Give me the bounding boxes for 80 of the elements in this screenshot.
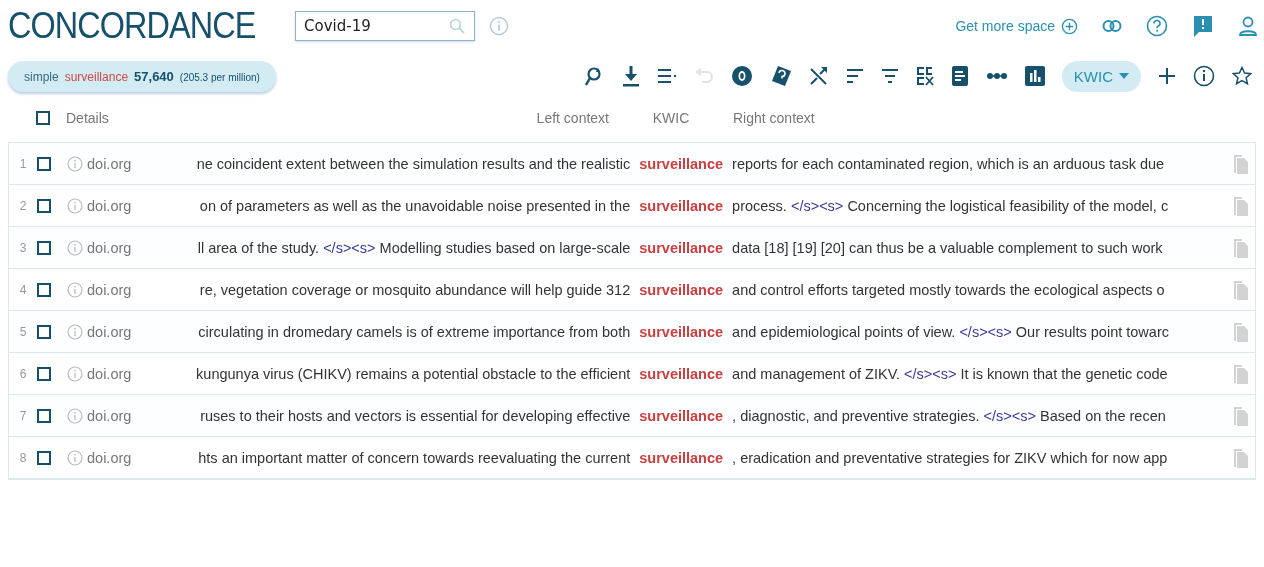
plus-circle-icon[interactable] bbox=[1061, 17, 1078, 35]
keyword[interactable]: surveillance bbox=[630, 407, 733, 424]
left-context[interactable]: ne coincident extent between the simulation results and the realistic bbox=[135, 155, 631, 172]
keyword[interactable]: surveillance bbox=[630, 365, 733, 382]
list-icon[interactable] bbox=[656, 68, 677, 84]
feedback-icon[interactable] bbox=[1192, 14, 1214, 38]
column-header[interactable]: Left context bbox=[536, 110, 609, 126]
right-context[interactable]: and epidemiological points of view. </s><s> Our results point towarc bbox=[732, 323, 1227, 340]
help-icon[interactable] bbox=[1146, 15, 1168, 37]
plus-icon[interactable] bbox=[1158, 67, 1176, 85]
row-checkbox[interactable] bbox=[37, 240, 51, 255]
left-context[interactable]: circulating in dromedary camels is of extreme importance from both bbox=[135, 323, 631, 340]
row-number: 7 bbox=[18, 408, 28, 423]
query-type: simple bbox=[24, 69, 59, 84]
row-checkbox[interactable] bbox=[37, 156, 51, 171]
row-checkbox[interactable] bbox=[37, 282, 51, 297]
row-number: 8 bbox=[18, 450, 28, 465]
row-number: 5 bbox=[18, 324, 28, 339]
row-checkbox[interactable] bbox=[37, 450, 51, 465]
star-icon[interactable] bbox=[1232, 66, 1252, 86]
question-tag-icon[interactable] bbox=[769, 65, 792, 87]
get-more-space-link[interactable]: Get more space bbox=[955, 18, 1055, 34]
sort-left-icon[interactable] bbox=[845, 68, 864, 84]
row-number: 4 bbox=[18, 282, 28, 297]
download-icon[interactable] bbox=[621, 65, 640, 87]
right-context[interactable]: reports for each contaminated region, which is an arduous task due bbox=[732, 155, 1227, 172]
source-link[interactable]: doi.org bbox=[87, 197, 132, 214]
source-link[interactable]: doi.org bbox=[87, 365, 132, 382]
search-field[interactable]: Covid-19 bbox=[295, 11, 475, 41]
left-context[interactable]: ll area of the study. </s><s> Modelling studies based on large-scale bbox=[135, 239, 631, 256]
filter-icon[interactable] bbox=[880, 68, 899, 84]
source-link[interactable]: doi.org bbox=[87, 407, 132, 424]
column-header[interactable]: KWIC bbox=[609, 110, 733, 126]
right-context[interactable]: , eradication and preventative strategies for ZIKV which for now app bbox=[732, 449, 1227, 466]
keyword[interactable]: surveillance bbox=[630, 197, 733, 214]
row-checkbox[interactable] bbox=[37, 324, 51, 339]
keyword[interactable]: surveillance bbox=[630, 281, 733, 298]
bar-chart-icon[interactable] bbox=[1024, 66, 1045, 86]
keyword[interactable]: surveillance bbox=[630, 239, 733, 256]
source-link[interactable]: doi.org bbox=[87, 155, 132, 172]
right-context[interactable]: data [18] [19] [20] can thus be a valuable complement to such work bbox=[732, 239, 1227, 256]
right-context[interactable]: process. </s><s> Concerning the logistical feasibility of the model, c bbox=[732, 197, 1227, 214]
column-header[interactable]: Right context bbox=[733, 110, 815, 126]
shuffle-icon[interactable] bbox=[808, 66, 829, 86]
link-icon[interactable] bbox=[1102, 19, 1122, 33]
row-checkbox[interactable] bbox=[37, 408, 51, 423]
query-term: surveillance bbox=[64, 69, 129, 84]
right-context[interactable]: , diagnostic, and preventive strategies. </s><s> Based on the recen bbox=[732, 407, 1227, 424]
row-number: 6 bbox=[18, 366, 28, 381]
document-icon[interactable] bbox=[950, 65, 969, 87]
select-all-checkbox[interactable] bbox=[36, 111, 50, 125]
row-checkbox[interactable] bbox=[37, 366, 51, 381]
right-context[interactable]: and control efforts targeted mostly towards the ecological aspects o bbox=[732, 281, 1227, 298]
source-link[interactable]: doi.org bbox=[87, 323, 132, 340]
caret-icon bbox=[1119, 72, 1129, 80]
column-header[interactable]: Details bbox=[66, 110, 316, 126]
keyword[interactable]: surveillance bbox=[630, 323, 733, 340]
hit-count: 57,640 bbox=[134, 68, 174, 84]
row-checkbox[interactable] bbox=[37, 198, 51, 213]
page-title: CONCORDANCE bbox=[8, 5, 256, 47]
left-context[interactable]: kungunya virus (CHIKV) remains a potential obstacle to the efficient bbox=[135, 365, 631, 382]
row-number: 1 bbox=[18, 156, 28, 171]
source-link[interactable]: doi.org bbox=[87, 449, 132, 466]
keyword[interactable]: surveillance bbox=[630, 155, 733, 172]
row-number: 3 bbox=[18, 240, 28, 255]
dots-icon[interactable] bbox=[985, 71, 1008, 81]
source-link[interactable]: doi.org bbox=[87, 239, 132, 256]
query-summary-pill[interactable]: simple surveillance 57,640 (205.3 per million) bbox=[8, 60, 276, 92]
left-context[interactable]: on of parameters as well as the unavoidable noise presented in the bbox=[135, 197, 631, 214]
source-link[interactable]: doi.org bbox=[87, 281, 132, 298]
view-dropdown[interactable]: KWIC bbox=[1061, 60, 1141, 92]
row-number: 2 bbox=[18, 198, 28, 213]
left-context[interactable]: re, vegetation coverage or mosquito abundance will help guide 312 bbox=[135, 281, 631, 298]
left-context[interactable]: ruses to their hosts and vectors is essential for developing effective bbox=[135, 407, 631, 424]
per-million: (205.3 per million) bbox=[179, 71, 260, 83]
right-context[interactable]: and management of ZIKV. </s><s> It is known that the genetic code bbox=[732, 365, 1227, 382]
info-icon[interactable] bbox=[1193, 65, 1215, 87]
keyword[interactable]: surveillance bbox=[630, 449, 733, 466]
left-context[interactable]: hts an important matter of concern towards reevaluating the current bbox=[135, 449, 631, 466]
user-icon[interactable] bbox=[1238, 15, 1258, 37]
